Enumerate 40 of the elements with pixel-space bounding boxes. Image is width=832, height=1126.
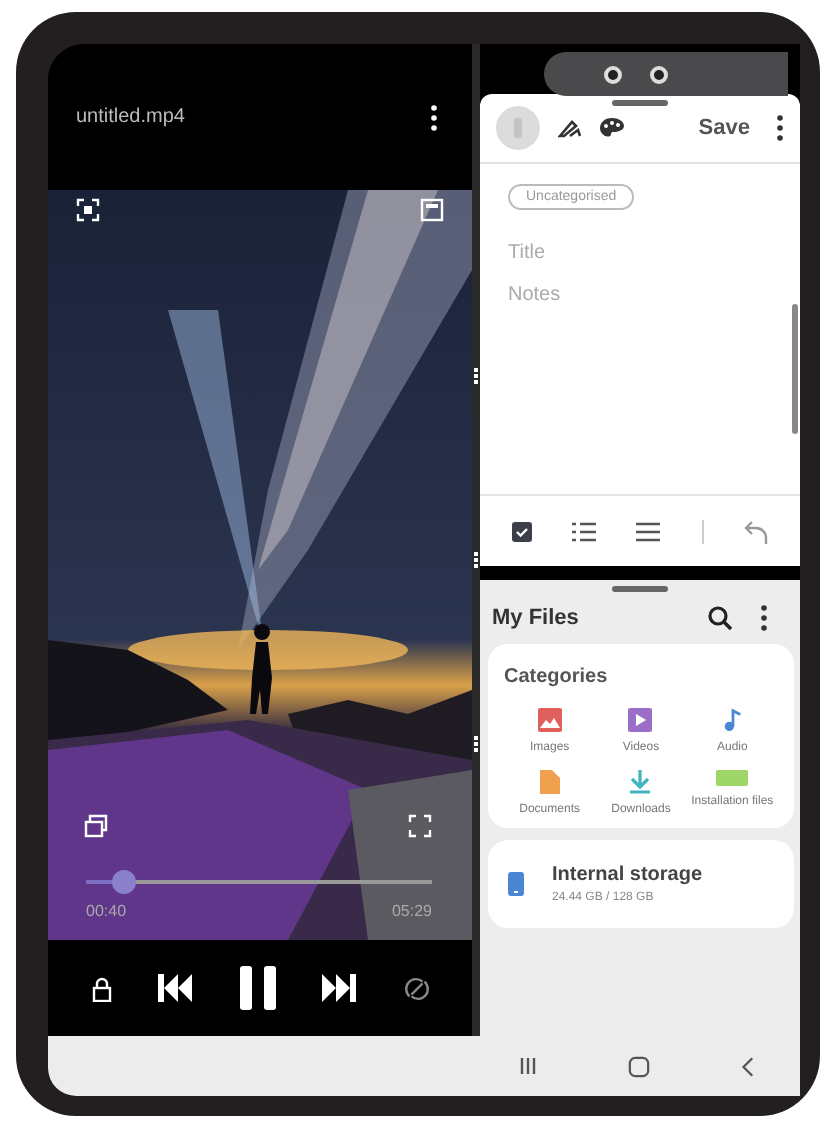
previous-icon[interactable] [157, 974, 193, 1002]
storage-label: Internal storage [552, 864, 703, 886]
lock-icon[interactable] [91, 975, 111, 1001]
next-icon[interactable] [321, 974, 357, 1002]
phone-icon [508, 872, 524, 896]
more-icon[interactable] [760, 604, 768, 632]
video-title: untitled.mp4 [76, 106, 185, 128]
bulleted-list-icon[interactable] [572, 521, 597, 541]
layers-icon[interactable] [84, 814, 108, 838]
fullscreen-icon[interactable] [408, 814, 432, 838]
list-icon[interactable] [636, 521, 661, 541]
drag-handle[interactable] [612, 586, 668, 592]
split-handle[interactable] [474, 736, 478, 752]
section-title: Categories [504, 666, 608, 688]
music-note-icon[interactable] [721, 708, 744, 732]
palette-icon[interactable] [600, 118, 624, 138]
checkbox-icon[interactable] [512, 521, 533, 541]
recent-apps-icon[interactable] [517, 1056, 538, 1076]
search-icon[interactable] [708, 606, 732, 630]
undo-icon[interactable] [743, 519, 768, 543]
home-icon[interactable] [627, 1055, 650, 1077]
image-icon[interactable] [537, 708, 562, 732]
more-icon[interactable] [776, 114, 784, 142]
scrollbar [792, 304, 798, 434]
back-icon[interactable] [740, 1055, 755, 1077]
save-button[interactable]: Save [690, 112, 758, 144]
title-field[interactable]: Title [508, 238, 728, 268]
note-field[interactable]: Notes [508, 280, 728, 310]
screenshot-icon[interactable] [76, 198, 100, 222]
video-icon[interactable] [628, 708, 653, 732]
total-time: 05:29 [391, 902, 432, 920]
more-icon[interactable] [430, 103, 438, 131]
popup-icon[interactable] [420, 198, 444, 222]
split-handle[interactable] [474, 368, 478, 384]
split-handle[interactable] [474, 552, 478, 568]
pause-icon[interactable] [239, 966, 275, 1010]
pen-icon[interactable] [558, 118, 582, 138]
elapsed-time: 00:40 [86, 902, 127, 920]
drag-handle[interactable] [612, 100, 668, 106]
app-title: My Files [492, 606, 581, 630]
